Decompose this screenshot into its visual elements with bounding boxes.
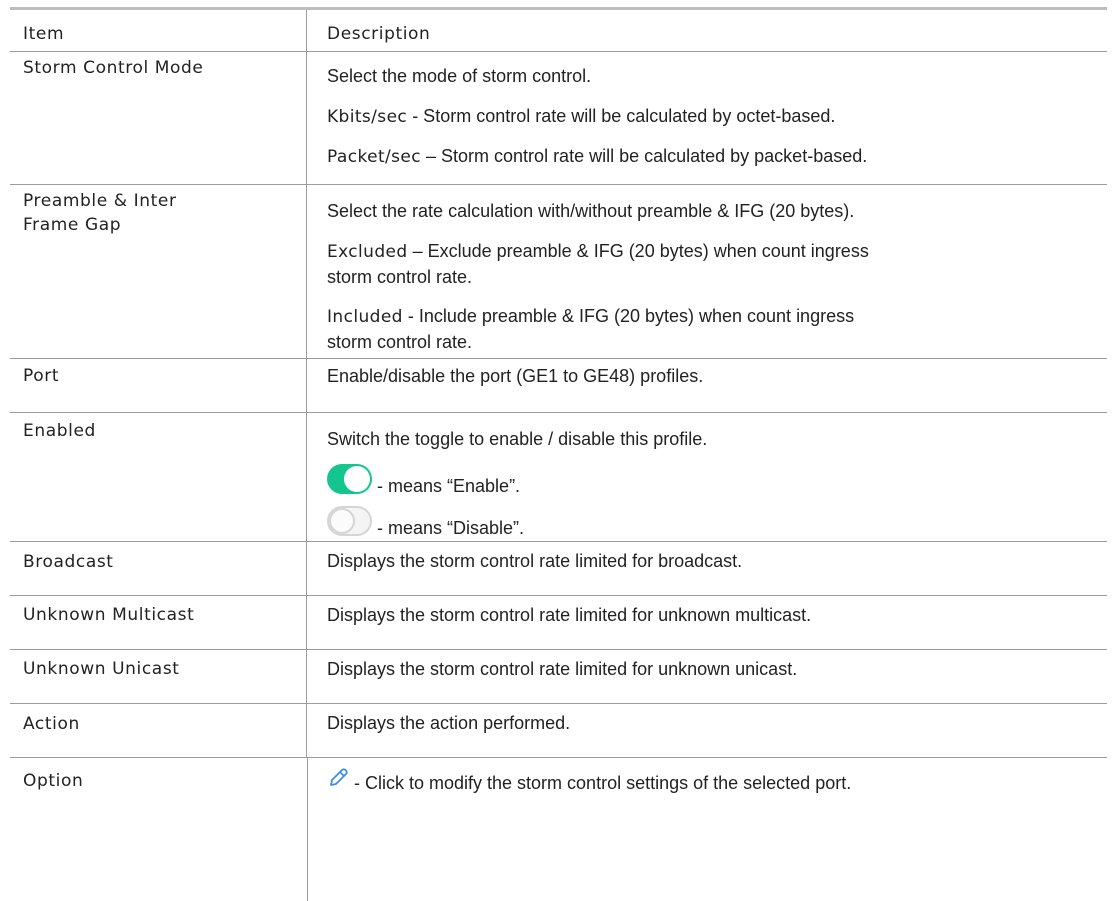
table-row: Action Displays the action performed. [10,703,1107,758]
row-item-label: Port [23,366,60,386]
column-divider [307,757,308,901]
description-line: Enable/disable the port (GE1 to GE48) pr… [327,366,704,386]
row-item-label: Enabled [23,421,96,441]
description-line: Included - Include preamble & IFG (20 by… [327,306,855,327]
description-cell: Displays the action performed. [307,703,1107,757]
item-cell: Port [10,358,307,412]
description-cell: Enable/disable the port (GE1 to GE48) pr… [307,358,1107,412]
description-line: - means “Disable”. [327,506,524,538]
row-item-label: Action [23,714,80,734]
toggle-off-icon [327,506,372,536]
header-description: Description [327,24,431,44]
row-item-label: Unknown Multicast [23,605,195,625]
item-cell: Unknown Unicast [10,649,307,703]
description-line: Excluded – Exclude preamble & IFG (20 by… [327,241,869,262]
row-item-label: Unknown Unicast [23,659,180,679]
item-cell: Unknown Multicast [10,595,307,649]
table-row: Broadcast Displays the storm control rat… [10,541,1107,596]
description-line: Select the rate calculation with/without… [327,201,855,221]
header-item-cell: Item [10,10,307,51]
description-cell: Select the mode of storm control. Kbits/… [307,51,1107,184]
table-row: Enabled Switch the toggle to enable / di… [10,412,1107,542]
description-cell: Displays the storm control rate limited … [307,649,1107,703]
header-description-cell: Description [307,10,1107,51]
table-row: Option - Click to modify the storm contr… [10,757,1107,901]
table-row: Unknown Unicast Displays the storm contr… [10,649,1107,704]
description-line: Switch the toggle to enable / disable th… [327,429,708,449]
table-row: Port Enable/disable the port (GE1 to GE4… [10,358,1107,413]
description-line: Displays the storm control rate limited … [327,605,812,625]
description-line: Displays the action performed. [327,713,571,733]
header-item: Item [23,24,65,44]
description-line: - Click to modify the storm control sett… [327,765,851,793]
description-line: Displays the storm control rate limited … [327,659,798,679]
table-row: Storm Control Mode Select the mode of st… [10,51,1107,185]
description-line: - means “Enable”. [327,464,520,496]
pencil-icon [330,768,348,787]
description-cell: Displays the storm control rate limited … [307,595,1107,649]
toggle-on-icon [327,464,372,494]
description-line: Packet/sec – Storm control rate will be … [327,146,868,167]
row-item-label-line-2: Frame Gap [23,215,122,235]
table-row: Preamble & Inter Frame Gap Select the ra… [10,184,1107,359]
item-cell: Action [10,703,307,757]
table-header-row: Item Description [10,10,1107,52]
row-item-label: Option [23,771,84,791]
description-line: Displays the storm control rate limited … [327,551,743,571]
description-cell: Select the rate calculation with/without… [307,184,1107,358]
description-cell: Switch the toggle to enable / disable th… [307,412,1107,541]
row-item-label: Broadcast [23,552,114,572]
description-line: Select the mode of storm control. [327,66,592,86]
item-cell: Broadcast [10,541,307,595]
description-line: Kbits/sec - Storm control rate will be c… [327,106,836,127]
table-row: Unknown Multicast Displays the storm con… [10,595,1107,650]
item-cell: Enabled [10,412,307,541]
description-line: storm control rate. [327,267,473,287]
item-cell: Storm Control Mode [10,51,307,184]
description-cell: Displays the storm control rate limited … [307,541,1107,595]
description-line: storm control rate. [327,332,473,352]
row-item-label-line-1: Preamble & Inter [23,191,177,211]
item-cell: Preamble & Inter Frame Gap [10,184,307,358]
row-item-label: Storm Control Mode [23,58,204,78]
